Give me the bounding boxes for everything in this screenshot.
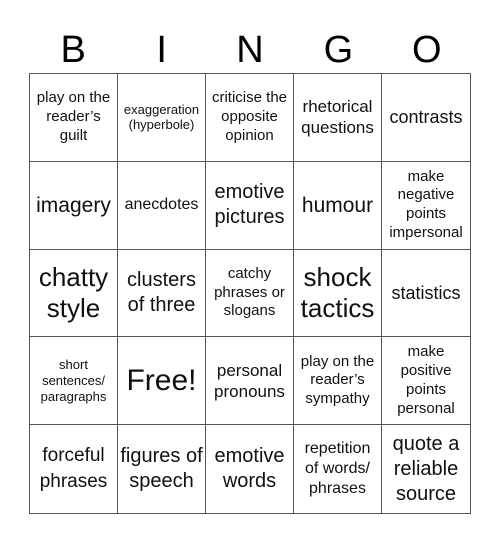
bingo-cell-text: figures of speech	[120, 445, 203, 493]
bingo-cell[interactable]: catchy phrases or slogans	[206, 249, 294, 338]
bingo-cell[interactable]: make positive points personal	[382, 337, 470, 426]
bingo-cell-text: play on the reader’s guilt	[36, 89, 111, 144]
bingo-cell[interactable]: emotive words	[206, 425, 294, 513]
bingo-cell-text: quote a reliable source	[392, 432, 460, 505]
bingo-cell[interactable]: personal pronouns	[206, 337, 294, 426]
bingo-cell-text: clusters of three	[127, 268, 196, 316]
bingo-cell-text: statistics	[391, 282, 461, 303]
bingo-cell-text: emotive words	[214, 445, 285, 493]
free-space-text: Free!	[126, 364, 197, 398]
bingo-cell[interactable]: exaggeration (hyperbole)	[118, 74, 206, 162]
header-letter-g: G	[323, 29, 354, 71]
bingo-cell-text: play on the reader’s sympathy	[300, 352, 375, 408]
bingo-cell[interactable]: humour	[294, 161, 382, 250]
header-letter-n: N	[236, 29, 264, 71]
bingo-cell[interactable]: play on the reader’s sympathy	[294, 337, 382, 426]
bingo-cell[interactable]: clusters of three	[118, 249, 206, 338]
bingo-cell-free[interactable]: Free!	[118, 337, 206, 426]
bingo-cell[interactable]: quote a reliable source	[382, 425, 470, 513]
bingo-cell[interactable]: rhetorical questions	[294, 74, 382, 162]
bingo-cell[interactable]: criticise the opposite opinion	[206, 74, 294, 162]
header-letter-i: I	[156, 29, 167, 71]
bingo-cell[interactable]: anecdotes	[118, 161, 206, 250]
bingo-cell[interactable]: figures of speech	[118, 425, 206, 513]
bingo-cell[interactable]: emotive pictures	[206, 161, 294, 250]
bingo-cell-text: shock tactics	[300, 261, 375, 323]
bingo-cell-text: humour	[301, 193, 374, 217]
bingo-cell-text: imagery	[36, 193, 111, 217]
bingo-cell[interactable]: imagery	[30, 161, 118, 250]
bingo-cell-text: exaggeration (hyperbole)	[123, 101, 200, 133]
bingo-cell-text: emotive pictures	[214, 181, 285, 229]
bingo-cell-text: criticise the opposite opinion	[211, 89, 288, 144]
bingo-cell[interactable]: make negative points impersonal	[382, 162, 470, 250]
bingo-cell-text: repetition of words/ phrases	[304, 440, 371, 498]
bingo-cell-text: contrasts	[389, 107, 463, 128]
bingo-cell[interactable]: forceful phrases	[30, 425, 118, 513]
bingo-cell[interactable]: play on the reader’s guilt	[30, 74, 118, 162]
bingo-cell-text: catchy phrases or slogans	[214, 264, 285, 320]
bingo-cell[interactable]: short sentences/ paragraphs	[30, 337, 118, 426]
header-letter-b: B	[60, 29, 86, 71]
header-letter-o: O	[412, 29, 442, 71]
bingo-cell-text: personal pronouns	[214, 360, 285, 401]
bingo-cell-text: forceful phrases	[39, 445, 108, 493]
bingo-cell-text: short sentences/ paragraphs	[40, 357, 107, 404]
bingo-card-grid: play on the reader’s guilt exaggeration …	[29, 73, 471, 514]
bingo-cell-text: chatty style	[38, 261, 109, 323]
bingo-cell-text: make negative points impersonal	[389, 167, 463, 241]
bingo-cell[interactable]: statistics	[382, 250, 470, 338]
bingo-cell-text: rhetorical questions	[301, 97, 374, 138]
bingo-cell[interactable]: contrasts	[382, 74, 470, 162]
bingo-header: B I N G O	[29, 27, 471, 73]
bingo-cell[interactable]: chatty style	[30, 249, 118, 338]
bingo-cell[interactable]: repetition of words/ phrases	[294, 425, 382, 513]
bingo-cell-text: make positive points personal	[397, 343, 455, 417]
bingo-cell[interactable]: shock tactics	[294, 249, 382, 338]
bingo-cell-text: anecdotes	[124, 196, 199, 214]
